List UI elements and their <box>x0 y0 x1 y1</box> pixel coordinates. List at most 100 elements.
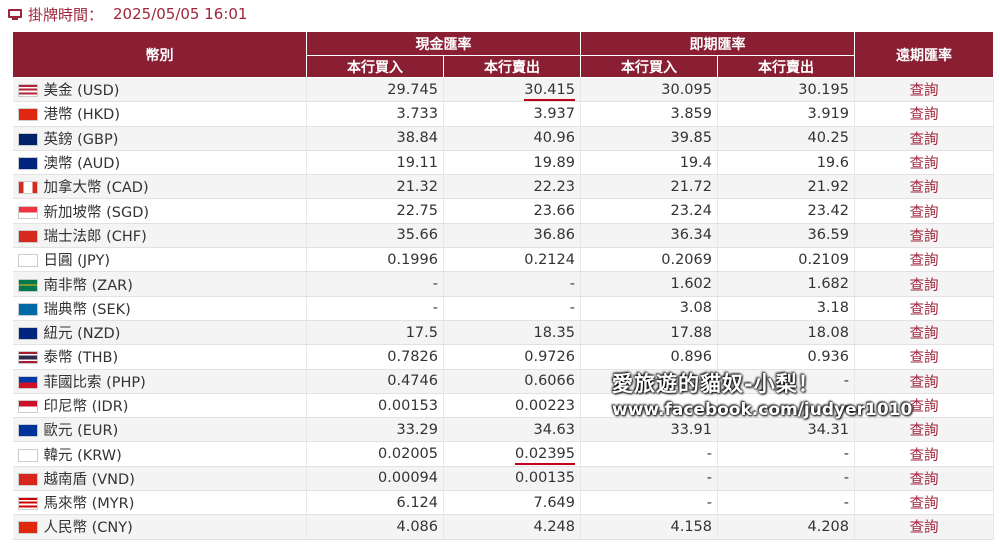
cash-buy-cell: 38.84 <box>306 126 444 151</box>
cash-sell-cell: 0.02395 <box>443 441 581 467</box>
header-spot-buy: 本行買入 <box>580 55 718 78</box>
cash-buy-value: 0.1996 <box>387 251 438 268</box>
cash-buy-cell: - <box>306 271 444 297</box>
currency-cell: 日圓 (JPY) <box>12 247 307 273</box>
forward-rate-query-link[interactable]: 查詢 <box>854 320 994 346</box>
currency-cell: 瑞士法郎 (CHF) <box>12 223 307 249</box>
forward-rate-query-link[interactable]: 查詢 <box>854 271 994 297</box>
forward-rate-query-link[interactable]: 查詢 <box>854 150 994 176</box>
spot-buy-cell: 21.72 <box>580 174 718 200</box>
spot-buy-value: 36.34 <box>670 227 712 244</box>
watermark-url: www.facebook.com/judyer1010 <box>612 400 913 420</box>
watermark-title: 愛旅遊的貓奴-小梨！ <box>612 372 820 396</box>
forward-rate-query-link[interactable]: 查詢 <box>854 514 994 540</box>
forward-rate-query-link[interactable]: 查詢 <box>854 198 994 224</box>
cash-buy-value: 0.7826 <box>387 348 438 365</box>
flag-ca-icon <box>17 181 38 195</box>
currency-cell: 人民幣 (CNY) <box>12 514 307 540</box>
header-cash-sell: 本行賣出 <box>443 55 581 78</box>
cash-buy-value: 4.086 <box>396 518 438 535</box>
forward-rate-query-link[interactable]: 查詢 <box>854 101 994 127</box>
spot-buy-value: 4.158 <box>670 518 712 535</box>
post-time-label: 掛牌時間： <box>28 5 104 24</box>
currency-cell: 泰幣 (THB) <box>12 344 307 370</box>
currency-name: 菲國比索 (PHP) <box>43 374 146 391</box>
table-row: 港幣 (HKD) 3.733 3.937 3.859 3.919 查詢 <box>12 101 994 127</box>
spot-buy-value: 17.88 <box>670 324 712 341</box>
cash-sell-cell: 22.23 <box>443 174 581 200</box>
forward-rate-query-link[interactable]: 查詢 <box>854 441 994 467</box>
currency-name: 日圓 (JPY) <box>43 253 110 270</box>
cash-buy-value: 38.84 <box>396 130 438 147</box>
cash-sell-cell: 19.89 <box>443 150 581 176</box>
forward-rate-query-link[interactable]: 查詢 <box>854 126 994 151</box>
table-row: 澳幣 (AUD) 19.11 19.89 19.4 19.6 查詢 <box>12 150 994 176</box>
spot-sell-cell: - <box>717 441 855 467</box>
forward-rate-query-link[interactable]: 查詢 <box>854 417 994 443</box>
cash-sell-value: 19.89 <box>533 154 575 171</box>
header-cash-buy: 本行買入 <box>306 55 444 78</box>
currency-cell: 港幣 (HKD) <box>12 101 307 127</box>
post-time-bar: 掛牌時間： 2025/05/05 16:01 <box>8 3 247 25</box>
currency-name: 美金 (USD) <box>43 83 120 100</box>
table-row: 南非幣 (ZAR) - - 1.602 1.682 查詢 <box>12 271 994 297</box>
header-cash-rate: 現金匯率 <box>306 31 581 56</box>
cash-buy-cell: 6.124 <box>306 490 444 516</box>
spot-buy-cell: 1.602 <box>580 271 718 297</box>
cash-sell-value: 7.649 <box>533 494 575 511</box>
forward-rate-query-link[interactable]: 查詢 <box>854 344 994 370</box>
currency-name: 紐元 (NZD) <box>43 326 121 343</box>
spot-sell-cell: 30.195 <box>717 77 855 103</box>
currency-cell: 菲國比索 (PHP) <box>12 369 307 394</box>
spot-buy-cell: 17.88 <box>580 320 718 346</box>
cash-buy-cell: 0.00153 <box>306 393 444 419</box>
table-row: 英鎊 (GBP) 38.84 40.96 39.85 40.25 查詢 <box>12 126 994 151</box>
spot-buy-value: 0.2069 <box>661 251 712 268</box>
cash-sell-cell: - <box>443 296 581 321</box>
currency-cell: 瑞典幣 (SEK) <box>12 296 307 321</box>
spot-sell-cell: 19.6 <box>717 150 855 176</box>
spot-sell-value: 4.208 <box>807 518 849 535</box>
spot-sell-cell: 18.08 <box>717 320 855 346</box>
cash-buy-cell: 33.29 <box>306 417 444 443</box>
spot-sell-value: 30.195 <box>798 81 849 98</box>
forward-rate-query-link[interactable]: 查詢 <box>854 223 994 249</box>
rate-rows: 美金 (USD) 29.745 30.415 30.095 30.195 查詢 港幣 (HK… <box>12 77 994 540</box>
currency-cell: 馬來幣 (MYR) <box>12 490 307 516</box>
cash-buy-cell: 0.7826 <box>306 344 444 370</box>
cash-sell-value: 23.66 <box>533 203 575 220</box>
cash-sell-cell: 0.9726 <box>443 344 581 370</box>
spot-sell-value: 36.59 <box>807 227 849 244</box>
flag-nz-icon <box>17 327 38 341</box>
spot-buy-value: - <box>706 470 712 487</box>
spot-buy-value: 0.896 <box>670 348 712 365</box>
cash-buy-value: - <box>432 276 438 293</box>
flag-vn-icon <box>17 472 38 486</box>
cash-buy-cell: 4.086 <box>306 514 444 540</box>
forward-rate-query-link[interactable]: 查詢 <box>854 490 994 516</box>
spot-buy-cell: 0.896 <box>580 344 718 370</box>
forward-rate-query-link[interactable]: 查詢 <box>854 174 994 200</box>
header-forward-rate: 遠期匯率 <box>854 31 994 78</box>
spot-buy-cell: 30.095 <box>580 77 718 103</box>
cash-buy-cell: 0.02005 <box>306 441 444 467</box>
spot-buy-cell: - <box>580 441 718 467</box>
currency-cell: 韓元 (KRW) <box>12 441 307 467</box>
forward-rate-query-link[interactable]: 查詢 <box>854 466 994 492</box>
spot-buy-value: 30.095 <box>661 81 712 98</box>
spot-sell-value: 34.31 <box>807 421 849 438</box>
spot-sell-cell: - <box>717 466 855 492</box>
spot-buy-cell: 3.859 <box>580 101 718 127</box>
spot-sell-value: 40.25 <box>807 130 849 147</box>
table-row: 新加坡幣 (SGD) 22.75 23.66 23.24 23.42 查詢 <box>12 198 994 224</box>
flag-id-icon <box>17 400 38 413</box>
forward-rate-query-link[interactable]: 查詢 <box>854 247 994 273</box>
forward-rate-query-link[interactable]: 查詢 <box>854 77 994 103</box>
cash-buy-cell: 22.75 <box>306 198 444 224</box>
currency-name: 人民幣 (CNY) <box>43 520 133 537</box>
cash-sell-cell: 23.66 <box>443 198 581 224</box>
flag-kr-icon <box>17 448 38 462</box>
spot-buy-cell: - <box>580 490 718 516</box>
forward-rate-query-link[interactable]: 查詢 <box>854 296 994 321</box>
spot-buy-value: - <box>706 446 712 463</box>
